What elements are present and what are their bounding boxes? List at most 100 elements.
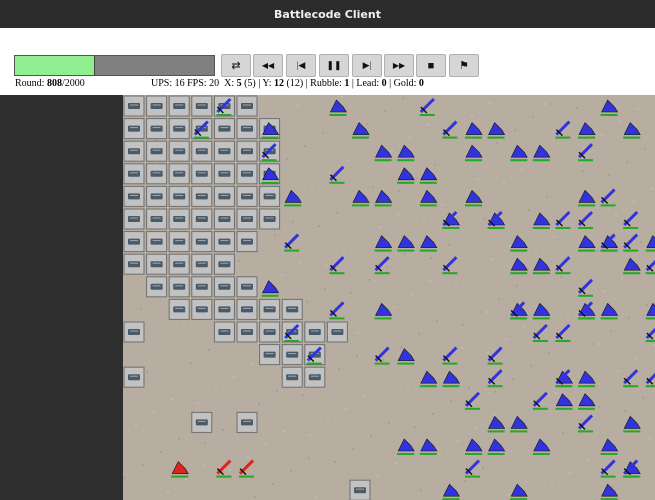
terrain-speck bbox=[208, 349, 210, 351]
soldier-unit bbox=[329, 256, 345, 275]
lead-deposit bbox=[236, 276, 258, 298]
terrain-speck bbox=[546, 196, 548, 198]
terrain-speck bbox=[439, 453, 441, 455]
game-map[interactable] bbox=[123, 95, 655, 500]
miner-unit bbox=[419, 438, 438, 455]
miner-unit bbox=[578, 235, 596, 252]
terrain-speck bbox=[388, 422, 390, 424]
lead-deposit bbox=[146, 140, 168, 162]
fast-backward-button[interactable]: ◀◀ bbox=[253, 54, 283, 77]
miner-unit bbox=[600, 302, 619, 320]
lead-deposit bbox=[123, 208, 145, 230]
pause-button[interactable]: ❚❚ bbox=[319, 54, 349, 77]
terrain-speck bbox=[329, 172, 331, 174]
terrain-speck bbox=[532, 116, 534, 118]
lead-deposit bbox=[236, 163, 258, 185]
soldier-unit bbox=[555, 120, 571, 139]
soldier-unit bbox=[464, 459, 481, 478]
miner-unit bbox=[284, 189, 302, 207]
round-progress-bar[interactable] bbox=[14, 55, 215, 76]
terrain-speck bbox=[596, 250, 598, 252]
terrain-speck bbox=[452, 151, 454, 153]
terrain-speck bbox=[493, 414, 495, 416]
lead-deposit bbox=[213, 118, 235, 140]
flag-button[interactable]: ⚑ bbox=[449, 54, 479, 77]
lead-deposit bbox=[236, 321, 258, 343]
terrain-speck bbox=[480, 311, 482, 313]
terrain-speck bbox=[649, 437, 651, 439]
lead-deposit bbox=[213, 321, 235, 343]
soldier-unit bbox=[623, 369, 639, 388]
terrain-speck bbox=[238, 260, 240, 262]
soldier-unit bbox=[487, 346, 503, 365]
round-counter: Round: 808/2000 bbox=[15, 78, 85, 89]
lead-deposit bbox=[259, 208, 281, 230]
miner-unit bbox=[442, 370, 460, 388]
soldier-unit bbox=[555, 256, 571, 275]
lead-deposit bbox=[213, 298, 235, 320]
miner-unit bbox=[397, 438, 415, 455]
terrain-speck bbox=[258, 403, 260, 405]
terrain-speck bbox=[555, 392, 557, 394]
step-backward-button[interactable]: |◀ bbox=[286, 54, 316, 77]
round-number: 808 bbox=[46, 78, 62, 89]
terrain-speck bbox=[404, 253, 406, 255]
lead-deposit bbox=[146, 95, 168, 117]
lead-deposit bbox=[191, 276, 213, 298]
lead-deposit bbox=[213, 208, 235, 230]
terrain-speck bbox=[407, 386, 409, 388]
round-total: /2000 bbox=[61, 78, 85, 89]
terrain-speck bbox=[587, 459, 589, 461]
miner-unit bbox=[397, 348, 415, 365]
terrain-speck bbox=[507, 494, 509, 496]
terrain-speck bbox=[343, 252, 345, 254]
terrain-speck bbox=[464, 480, 466, 482]
terrain-speck bbox=[626, 161, 628, 163]
swap-button[interactable]: ⇄ bbox=[221, 54, 251, 77]
terrain-speck bbox=[414, 426, 416, 428]
terrain-speck bbox=[171, 398, 173, 400]
lead-deposit bbox=[191, 253, 213, 275]
terrain-speck bbox=[254, 496, 256, 498]
miner-unit bbox=[578, 122, 596, 139]
terrain-speck bbox=[512, 378, 514, 380]
lead-deposit bbox=[213, 276, 235, 298]
terrain-speck bbox=[345, 408, 347, 410]
miner-unit bbox=[600, 99, 619, 116]
terrain-speck bbox=[475, 427, 477, 429]
stop-button[interactable]: ■ bbox=[416, 54, 446, 77]
soldier-unit bbox=[577, 278, 594, 297]
terrain-speck bbox=[183, 322, 185, 324]
lead-deposit bbox=[236, 411, 258, 433]
flag-icon: ⚑ bbox=[459, 60, 469, 72]
soldier-unit bbox=[532, 391, 548, 410]
lead-deposit bbox=[259, 321, 281, 343]
terrain-speck bbox=[361, 239, 363, 241]
terrain-speck bbox=[509, 245, 511, 247]
fast-forward-icon: ▶▶ bbox=[392, 61, 406, 70]
terrain-speck bbox=[325, 265, 327, 267]
terrain-speck bbox=[397, 213, 399, 215]
lead-deposit bbox=[168, 231, 190, 253]
terrain-speck bbox=[468, 387, 470, 389]
step-forward-button[interactable]: ▶| bbox=[352, 54, 382, 77]
fast-forward-button[interactable]: ▶▶ bbox=[384, 54, 414, 77]
terrain-speck bbox=[461, 347, 463, 349]
terrain-speck bbox=[550, 103, 552, 105]
terrain-speck bbox=[418, 333, 420, 335]
miner-unit bbox=[578, 189, 596, 207]
terrain-speck bbox=[516, 285, 518, 287]
terrain-speck bbox=[459, 191, 461, 193]
miner-unit bbox=[171, 461, 189, 478]
fast-backward-icon: ◀◀ bbox=[261, 61, 275, 70]
terrain-speck bbox=[457, 440, 459, 442]
lead-deposit bbox=[259, 298, 281, 320]
pause-icon: ❚❚ bbox=[326, 60, 342, 70]
terrain-speck bbox=[621, 277, 623, 279]
stats-readout: UPS: 16 FPS: 20 X: 5 (5) | Y: 12 (12) | … bbox=[151, 78, 424, 89]
soldier-unit bbox=[645, 372, 655, 388]
terrain-speck bbox=[347, 159, 349, 161]
miner-unit bbox=[419, 370, 438, 388]
soldier-unit bbox=[238, 459, 255, 478]
miner-unit bbox=[532, 438, 551, 455]
